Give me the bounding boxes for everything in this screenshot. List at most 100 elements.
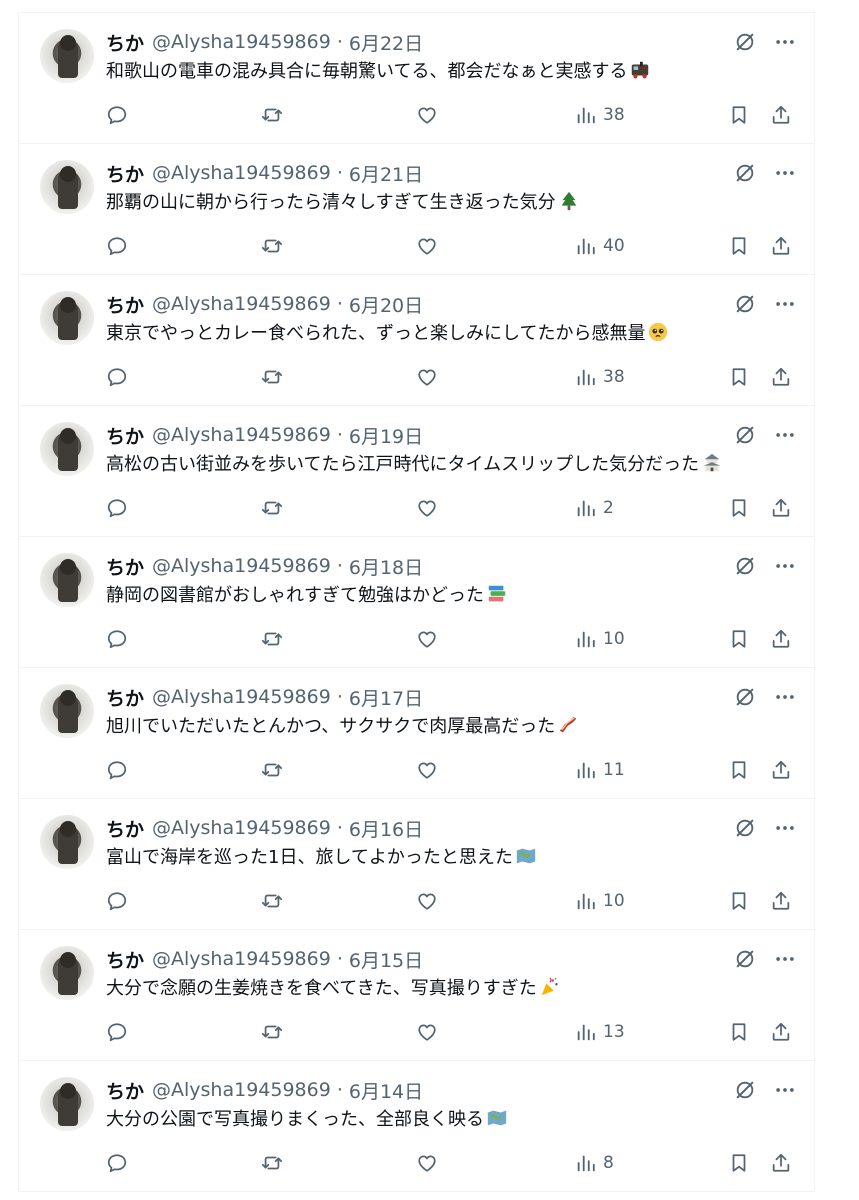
views-button[interactable]: 11 bbox=[575, 757, 625, 783]
avatar[interactable] bbox=[40, 946, 94, 1000]
user-handle[interactable]: @Alysha19459869 bbox=[152, 817, 331, 839]
share-button[interactable] bbox=[770, 626, 792, 652]
share-button[interactable] bbox=[770, 888, 792, 914]
display-name[interactable]: ちか bbox=[106, 815, 144, 842]
bookmark-button[interactable] bbox=[728, 1150, 750, 1176]
more-options-icon[interactable] bbox=[774, 162, 796, 184]
tweet-9[interactable]: ちか @Alysha19459869 · 6月14日 大分の公園で写真撮りまくっ… bbox=[19, 1061, 814, 1192]
tweet-8[interactable]: ちか @Alysha19459869 · 6月15日 大分で念願の生姜焼きを食べ… bbox=[19, 930, 814, 1061]
tweet-date[interactable]: 6月15日 bbox=[349, 946, 423, 973]
reply-button[interactable] bbox=[106, 626, 128, 652]
reply-button[interactable] bbox=[106, 495, 128, 521]
more-options-icon[interactable] bbox=[774, 424, 796, 446]
retweet-button[interactable] bbox=[260, 888, 284, 914]
display-name[interactable]: ちか bbox=[106, 291, 144, 318]
views-button[interactable]: 13 bbox=[575, 1019, 625, 1045]
user-handle[interactable]: @Alysha19459869 bbox=[152, 555, 331, 577]
grok-icon[interactable] bbox=[734, 1079, 756, 1101]
avatar[interactable] bbox=[40, 553, 94, 607]
reply-button[interactable] bbox=[106, 1019, 128, 1045]
share-button[interactable] bbox=[770, 757, 792, 783]
reply-button[interactable] bbox=[106, 233, 128, 259]
share-button[interactable] bbox=[770, 1019, 792, 1045]
tweet-6[interactable]: ちか @Alysha19459869 · 6月17日 旭川でいただいたとんかつ、… bbox=[19, 668, 814, 799]
like-button[interactable] bbox=[415, 1150, 439, 1176]
display-name[interactable]: ちか bbox=[106, 684, 144, 711]
more-options-icon[interactable] bbox=[774, 1079, 796, 1101]
user-handle[interactable]: @Alysha19459869 bbox=[152, 293, 331, 315]
like-button[interactable] bbox=[415, 626, 439, 652]
like-button[interactable] bbox=[415, 233, 439, 259]
avatar[interactable] bbox=[40, 684, 94, 738]
grok-icon[interactable] bbox=[734, 424, 756, 446]
like-button[interactable] bbox=[415, 1019, 439, 1045]
bookmark-button[interactable] bbox=[728, 233, 750, 259]
display-name[interactable]: ちか bbox=[106, 946, 144, 973]
views-button[interactable]: 38 bbox=[575, 102, 625, 128]
bookmark-button[interactable] bbox=[728, 888, 750, 914]
tweet-5[interactable]: ちか @Alysha19459869 · 6月18日 静岡の図書館がおしゃれすぎ… bbox=[19, 537, 814, 668]
user-handle[interactable]: @Alysha19459869 bbox=[152, 31, 331, 53]
reply-button[interactable] bbox=[106, 888, 128, 914]
grok-icon[interactable] bbox=[734, 31, 756, 53]
user-handle[interactable]: @Alysha19459869 bbox=[152, 948, 331, 970]
user-handle[interactable]: @Alysha19459869 bbox=[152, 686, 331, 708]
retweet-button[interactable] bbox=[260, 626, 284, 652]
like-button[interactable] bbox=[415, 888, 439, 914]
bookmark-button[interactable] bbox=[728, 364, 750, 390]
display-name[interactable]: ちか bbox=[106, 1077, 144, 1104]
tweet-date[interactable]: 6月22日 bbox=[349, 29, 423, 56]
retweet-button[interactable] bbox=[260, 102, 284, 128]
more-options-icon[interactable] bbox=[774, 686, 796, 708]
share-button[interactable] bbox=[770, 102, 792, 128]
bookmark-button[interactable] bbox=[728, 102, 750, 128]
retweet-button[interactable] bbox=[260, 1150, 284, 1176]
views-button[interactable]: 38 bbox=[575, 364, 625, 390]
share-button[interactable] bbox=[770, 233, 792, 259]
reply-button[interactable] bbox=[106, 364, 128, 390]
grok-icon[interactable] bbox=[734, 817, 756, 839]
grok-icon[interactable] bbox=[734, 948, 756, 970]
avatar[interactable] bbox=[40, 29, 94, 83]
bookmark-button[interactable] bbox=[728, 626, 750, 652]
tweet-1[interactable]: ちか @Alysha19459869 · 6月22日 和歌山の電車の混み具合に毎… bbox=[19, 13, 814, 144]
tweet-date[interactable]: 6月17日 bbox=[349, 684, 423, 711]
display-name[interactable]: ちか bbox=[106, 422, 144, 449]
tweet-date[interactable]: 6月14日 bbox=[349, 1077, 423, 1104]
views-button[interactable]: 8 bbox=[575, 1150, 614, 1176]
like-button[interactable] bbox=[415, 102, 439, 128]
avatar[interactable] bbox=[40, 422, 94, 476]
retweet-button[interactable] bbox=[260, 495, 284, 521]
tweet-2[interactable]: ちか @Alysha19459869 · 6月21日 那覇の山に朝から行ったら清… bbox=[19, 144, 814, 275]
tweet-date[interactable]: 6月20日 bbox=[349, 291, 423, 318]
avatar[interactable] bbox=[40, 291, 94, 345]
tweet-3[interactable]: ちか @Alysha19459869 · 6月20日 東京でやっとカレー食べられ… bbox=[19, 275, 814, 406]
bookmark-button[interactable] bbox=[728, 495, 750, 521]
retweet-button[interactable] bbox=[260, 1019, 284, 1045]
user-handle[interactable]: @Alysha19459869 bbox=[152, 1079, 331, 1101]
reply-button[interactable] bbox=[106, 757, 128, 783]
grok-icon[interactable] bbox=[734, 555, 756, 577]
share-button[interactable] bbox=[770, 364, 792, 390]
display-name[interactable]: ちか bbox=[106, 553, 144, 580]
tweet-date[interactable]: 6月21日 bbox=[349, 160, 423, 187]
tweet-date[interactable]: 6月19日 bbox=[349, 422, 423, 449]
bookmark-button[interactable] bbox=[728, 757, 750, 783]
share-button[interactable] bbox=[770, 495, 792, 521]
more-options-icon[interactable] bbox=[774, 293, 796, 315]
like-button[interactable] bbox=[415, 757, 439, 783]
reply-button[interactable] bbox=[106, 1150, 128, 1176]
user-handle[interactable]: @Alysha19459869 bbox=[152, 424, 331, 446]
display-name[interactable]: ちか bbox=[106, 160, 144, 187]
more-options-icon[interactable] bbox=[774, 817, 796, 839]
retweet-button[interactable] bbox=[260, 233, 284, 259]
like-button[interactable] bbox=[415, 495, 439, 521]
grok-icon[interactable] bbox=[734, 293, 756, 315]
bookmark-button[interactable] bbox=[728, 1019, 750, 1045]
avatar[interactable] bbox=[40, 815, 94, 869]
views-button[interactable]: 2 bbox=[575, 495, 614, 521]
avatar[interactable] bbox=[40, 160, 94, 214]
reply-button[interactable] bbox=[106, 102, 128, 128]
share-button[interactable] bbox=[770, 1150, 792, 1176]
tweet-4[interactable]: ちか @Alysha19459869 · 6月19日 高松の古い街並みを歩いてた… bbox=[19, 406, 814, 537]
